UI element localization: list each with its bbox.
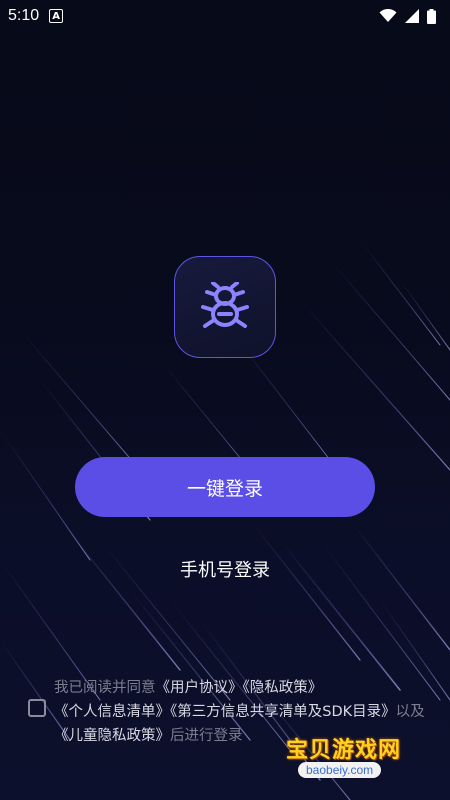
watermark: 宝贝游戏网 baobeiy.com — [276, 732, 426, 780]
one-click-login-button[interactable]: 一键登录 — [75, 457, 375, 517]
wifi-icon — [379, 9, 397, 22]
bug-robot-icon — [201, 282, 249, 328]
agreement-suffix: 后进行登录 — [170, 728, 243, 744]
cellular-signal-icon — [405, 9, 419, 23]
app-logo — [174, 256, 276, 358]
agreement-prefix: 我已阅读并同意 — [54, 680, 156, 696]
agreement-and: 以及 — [395, 704, 425, 720]
agreement-checkbox[interactable] — [28, 699, 46, 717]
status-time: 5:10 — [8, 7, 40, 24]
phone-login-link[interactable]: 手机号登录 — [0, 556, 450, 582]
personal-info-list-link[interactable]: 《个人信息清单》 — [54, 704, 170, 720]
battery-icon — [427, 8, 436, 24]
notification-icon: A — [49, 9, 64, 23]
watermark-url: baobeiy.com — [298, 762, 382, 778]
privacy-policy-link[interactable]: 《隐私政策》 — [243, 680, 323, 696]
child-privacy-link[interactable]: 《儿童隐私政策》 — [54, 728, 170, 744]
third-party-list-link[interactable]: 《第三方信息共享清单及SDK目录》 — [170, 704, 396, 720]
status-bar: 5:10 A — [0, 0, 450, 32]
watermark-title: 宝贝游戏网 — [286, 738, 402, 763]
user-agreement-link[interactable]: 《用户协议》 — [156, 680, 243, 696]
